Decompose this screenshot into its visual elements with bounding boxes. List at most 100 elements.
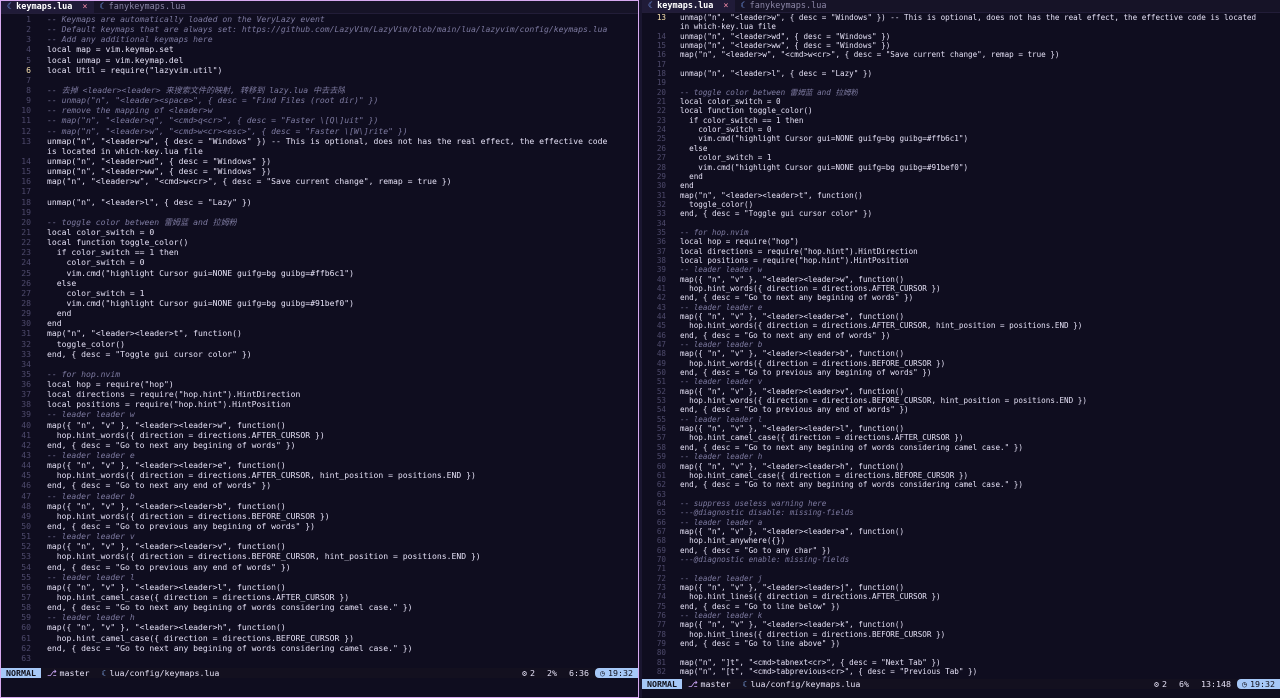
- code-line[interactable]: 82 map("n", "[t", "<cmd>tabprevious<cr>",…: [642, 667, 1280, 676]
- code-line[interactable]: 33 end, { desc = "Toggle gui cursor color…: [1, 349, 638, 359]
- tab-fanykeymaps[interactable]: ☾ fanykeymaps.lua: [735, 0, 833, 12]
- code-line[interactable]: 63: [642, 490, 1280, 499]
- code-line[interactable]: 46 end, { desc = "Go to next any end of w…: [1, 480, 638, 490]
- code-line[interactable]: 79 end, { desc = "Go to line above" }): [642, 639, 1280, 648]
- code-line[interactable]: 77 map({ "n", "v" }, "<leader><leader>k",…: [642, 620, 1280, 629]
- code-line[interactable]: 48 map({ "n", "v" }, "<leader><leader>b",…: [1, 501, 638, 511]
- code-line[interactable]: 42 end, { desc = "Go to next any begining…: [1, 440, 638, 450]
- code-line[interactable]: 37 local directions = require("hop.hint")…: [1, 389, 638, 399]
- tab-keymaps[interactable]: ☾ keymaps.lua ×: [642, 0, 735, 12]
- code-line[interactable]: 71: [642, 564, 1280, 573]
- editor-pane-right[interactable]: ☾ keymaps.lua × ☾ fanykeymaps.lua 13 unma…: [642, 0, 1280, 698]
- code-line[interactable]: 36 local hop = require("hop"): [642, 237, 1280, 246]
- editor-pane-left[interactable]: ☾ keymaps.lua × ☾ fanykeymaps.lua 1 -- Ke…: [0, 0, 639, 698]
- code-line[interactable]: 63: [1, 653, 638, 663]
- command-line[interactable]: [1, 679, 638, 697]
- code-line[interactable]: 34: [642, 219, 1280, 228]
- code-line[interactable]: 56 map({ "n", "v" }, "<leader><leader>l",…: [1, 582, 638, 592]
- code-line[interactable]: 10 -- remove the mapping of <leader>w: [1, 105, 638, 115]
- code-line[interactable]: 51 -- leader leader v: [642, 377, 1280, 386]
- code-line[interactable]: 72 -- leader leader j: [642, 574, 1280, 583]
- code-line[interactable]: 17: [1, 186, 638, 196]
- code-line[interactable]: 47 -- leader leader b: [1, 491, 638, 501]
- code-line[interactable]: 52 map({ "n", "v" }, "<leader><leader>v",…: [1, 541, 638, 551]
- code-line[interactable]: 53 hop.hint_words({ direction = directio…: [642, 396, 1280, 405]
- code-line[interactable]: 2 -- Default keymaps that are always set:…: [1, 24, 638, 34]
- code-line[interactable]: 45 hop.hint_words({ direction = directio…: [1, 470, 638, 480]
- code-line[interactable]: 60 map({ "n", "v" }, "<leader><leader>h",…: [642, 462, 1280, 471]
- code-line[interactable]: 57 hop.hint_camel_case({ direction = dir…: [1, 592, 638, 602]
- code-line[interactable]: 70 ---@diagnostic enable: missing-fields: [642, 555, 1280, 564]
- code-line[interactable]: 30 end: [1, 318, 638, 328]
- code-line[interactable]: 38 local positions = require("hop.hint").…: [1, 399, 638, 409]
- code-line[interactable]: 4 local map = vim.keymap.set: [1, 44, 638, 54]
- code-line[interactable]: 58 end, { desc = "Go to next any begining…: [642, 443, 1280, 452]
- code-line[interactable]: 13 unmap("n", "<leader>w", { desc = "Wind…: [1, 136, 638, 146]
- code-line[interactable]: 47 -- leader leader b: [642, 340, 1280, 349]
- code-line[interactable]: 54 end, { desc = "Go to previous any end …: [642, 405, 1280, 414]
- code-line[interactable]: 62 end, { desc = "Go to next any begining…: [1, 643, 638, 653]
- code-line[interactable]: 59 -- leader leader h: [1, 612, 638, 622]
- code-line[interactable]: 13 unmap("n", "<leader>w", { desc = "Wind…: [642, 13, 1280, 22]
- code-line[interactable]: 52 map({ "n", "v" }, "<leader><leader>v",…: [642, 387, 1280, 396]
- code-line[interactable]: 41 hop.hint_words({ direction = directio…: [642, 284, 1280, 293]
- code-line[interactable]: 40 map({ "n", "v" }, "<leader><leader>w",…: [642, 275, 1280, 284]
- code-line[interactable]: 19: [642, 78, 1280, 87]
- code-line[interactable]: 75 end, { desc = "Go to line below" }): [642, 602, 1280, 611]
- code-line[interactable]: 23 if color_switch == 1 then: [642, 116, 1280, 125]
- code-line[interactable]: 80: [642, 648, 1280, 657]
- code-line[interactable]: 31 map("n", "<leader><leader>t", function…: [1, 328, 638, 338]
- code-line[interactable]: 30 end: [642, 181, 1280, 190]
- code-line[interactable]: 44 map({ "n", "v" }, "<leader><leader>e",…: [642, 312, 1280, 321]
- code-line[interactable]: 8 -- 去掉 <leader><leader> 来搜索文件的映射, 转移到 la…: [1, 85, 638, 95]
- code-line[interactable]: 22 local function toggle_color(): [642, 106, 1280, 115]
- code-line[interactable]: 32 toggle_color(): [1, 339, 638, 349]
- code-line[interactable]: 9 -- unmap("n", "<leader><space>", { desc…: [1, 95, 638, 105]
- code-line[interactable]: 64 -- suppress useless warning here: [642, 499, 1280, 508]
- code-line[interactable]: 14 unmap("n", "<leader>wd", { desc = "Win…: [642, 32, 1280, 41]
- code-line[interactable]: 65 ---@diagnostic disable: missing-fields: [642, 508, 1280, 517]
- code-line[interactable]: 46 end, { desc = "Go to next any end of w…: [642, 331, 1280, 340]
- close-icon[interactable]: ×: [82, 2, 87, 12]
- code-line[interactable]: 61 hop.hint_camel_case({ direction = dir…: [1, 633, 638, 643]
- code-line[interactable]: 21 local color_switch = 0: [642, 97, 1280, 106]
- code-line[interactable]: is located in which-key.lua file: [1, 146, 638, 156]
- code-line[interactable]: 33 end, { desc = "Toggle gui cursor color…: [642, 209, 1280, 218]
- code-line[interactable]: 16 map("n", "<leader>w", "<cmd>w<cr>", { …: [642, 50, 1280, 59]
- code-line[interactable]: 53 hop.hint_words({ direction = directio…: [1, 551, 638, 561]
- code-line[interactable]: 37 local directions = require("hop.hint")…: [642, 247, 1280, 256]
- code-line[interactable]: 26 else: [642, 144, 1280, 153]
- code-line[interactable]: 76 -- leader leader k: [642, 611, 1280, 620]
- code-line[interactable]: 66 -- leader leader a: [642, 518, 1280, 527]
- code-line[interactable]: 55 -- leader leader l: [642, 415, 1280, 424]
- code-line[interactable]: 23 if color_switch == 1 then: [1, 247, 638, 257]
- code-line[interactable]: 78 hop.hint_lines({ direction = directio…: [642, 630, 1280, 639]
- code-line[interactable]: 17: [642, 60, 1280, 69]
- code-line[interactable]: 45 hop.hint_words({ direction = directio…: [642, 321, 1280, 330]
- code-line[interactable]: 34: [1, 359, 638, 369]
- code-line[interactable]: 25 vim.cmd("highlight Cursor gui=NONE gu…: [1, 268, 638, 278]
- code-line[interactable]: 18 unmap("n", "<leader>l", { desc = "Lazy…: [642, 69, 1280, 78]
- code-line[interactable]: 15 unmap("n", "<leader>ww", { desc = "Win…: [642, 41, 1280, 50]
- code-line[interactable]: 59 -- leader leader h: [642, 452, 1280, 461]
- code-line[interactable]: 21 local color_switch = 0: [1, 227, 638, 237]
- code-line[interactable]: 39 -- leader leader w: [1, 409, 638, 419]
- tab-fanykeymaps[interactable]: ☾ fanykeymaps.lua: [94, 1, 192, 13]
- code-line[interactable]: 12 -- map("n", "<leader>w", "<cmd>w<cr><e…: [1, 126, 638, 136]
- code-line[interactable]: 40 map({ "n", "v" }, "<leader><leader>w",…: [1, 420, 638, 430]
- code-line[interactable]: 61 hop.hint_camel_case({ direction = dir…: [642, 471, 1280, 480]
- code-line[interactable]: 44 map({ "n", "v" }, "<leader><leader>e",…: [1, 460, 638, 470]
- code-line[interactable]: 7: [1, 75, 638, 85]
- tab-keymaps[interactable]: ☾ keymaps.lua ×: [1, 1, 94, 13]
- code-line[interactable]: 27 color_switch = 1: [1, 288, 638, 298]
- code-line[interactable]: 73 map({ "n", "v" }, "<leader><leader>j",…: [642, 583, 1280, 592]
- close-icon[interactable]: ×: [723, 1, 728, 11]
- code-line[interactable]: 54 end, { desc = "Go to previous any end …: [1, 562, 638, 572]
- code-line[interactable]: 43 -- leader leader e: [642, 303, 1280, 312]
- code-line[interactable]: 51 -- leader leader v: [1, 531, 638, 541]
- code-line[interactable]: 62 end, { desc = "Go to next any begining…: [642, 480, 1280, 489]
- code-line[interactable]: 49 hop.hint_words({ direction = directio…: [1, 511, 638, 521]
- code-line[interactable]: 25 vim.cmd("highlight Cursor gui=NONE gu…: [642, 134, 1280, 143]
- code-buffer[interactable]: 1 -- Keymaps are automatically loaded on …: [1, 14, 638, 677]
- code-line[interactable]: 1 -- Keymaps are automatically loaded on …: [1, 14, 638, 24]
